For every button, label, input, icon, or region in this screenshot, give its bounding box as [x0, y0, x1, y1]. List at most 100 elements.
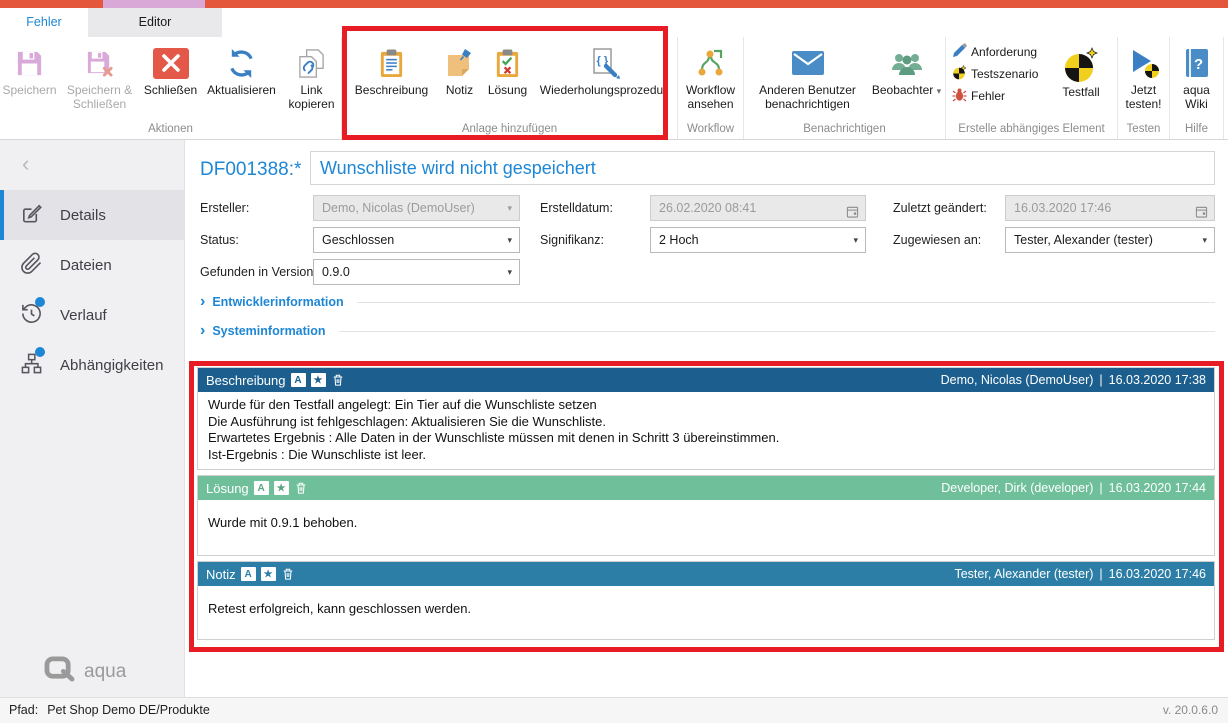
- ribbon-group-workflow: Workflow ansehen Workflow: [678, 37, 744, 139]
- block-date: 16.03.2020 17:44: [1109, 481, 1206, 495]
- solution-block: Lösung A ★ Developer, Dirk (developer) |…: [197, 475, 1215, 556]
- section-systeminformation[interactable]: › Systeminformation: [200, 323, 1215, 339]
- create-testscenario-button[interactable]: Testszenario: [952, 65, 1050, 83]
- font-format-icon[interactable]: A: [241, 567, 256, 581]
- status-label: Status:: [200, 227, 239, 253]
- font-format-icon[interactable]: A: [291, 373, 306, 387]
- workflow-graph-icon: [695, 43, 727, 83]
- group-label-anlage: Anlage hinzufügen: [342, 121, 677, 139]
- run-test-button[interactable]: Jetzt testen!: [1120, 41, 1168, 111]
- section-entwicklerinformation[interactable]: › Entwicklerinformation: [200, 294, 1215, 310]
- code-document-pencil-icon: { }: [588, 43, 620, 83]
- main-content: DF001388:* Ersteller: Demo, Nicolas (Dem…: [185, 140, 1228, 697]
- sidebar-item-abhaengigkeiten[interactable]: Abhängigkeiten: [0, 340, 184, 390]
- close-icon: [153, 43, 189, 83]
- save-button: Speichern: [2, 41, 58, 97]
- tab-editor[interactable]: Editor: [88, 8, 222, 37]
- translate-icon[interactable]: ★: [311, 373, 326, 387]
- add-description-button[interactable]: Beschreibung: [346, 41, 438, 97]
- status-dropdown[interactable]: Geschlossen ▾: [313, 227, 520, 253]
- refresh-icon: [226, 43, 257, 83]
- note-block-body: Retest erfolgreich, kann geschlossen wer…: [198, 586, 1214, 639]
- top-color-strip: [0, 0, 1228, 8]
- add-note-button[interactable]: Notiz: [438, 41, 482, 97]
- erstelldatum-label: Erstelldatum:: [540, 195, 613, 221]
- zugewiesen-an-dropdown[interactable]: Tester, Alexander (tester) ▾: [1005, 227, 1215, 253]
- chevron-right-icon: ›: [200, 294, 205, 310]
- path-display: Pfad:Pet Shop Demo DE/Produkte: [9, 698, 210, 723]
- attachment-blocks: Beschreibung A ★ Demo, Nicolas (DemoUser…: [197, 367, 1215, 645]
- separator: |: [1099, 481, 1102, 495]
- solution-block-body: Wurde mit 0.9.1 behoben.: [198, 500, 1214, 555]
- view-workflow-button[interactable]: Workflow ansehen: [680, 41, 742, 111]
- add-solution-button[interactable]: Lösung: [482, 41, 534, 97]
- section-divider: [339, 331, 1215, 332]
- notify-user-button[interactable]: Anderen Benutzer benachrichtigen: [746, 41, 870, 111]
- note-block-header: Notiz A ★ Tester, Alexander (tester) | 1…: [198, 562, 1214, 586]
- group-label-abhaengiges-element: Erstelle abhängiges Element: [946, 121, 1117, 139]
- translate-icon[interactable]: ★: [274, 481, 289, 495]
- sidebar-collapse-chevron[interactable]: ‹: [22, 154, 29, 174]
- add-repro-procedure-button[interactable]: { } Wiederholungsprozedur: [534, 41, 674, 97]
- ribbon-group-hilfe: ? aqua Wiki Hilfe: [1170, 37, 1224, 139]
- title-input[interactable]: [310, 151, 1215, 185]
- observers-people-icon: [890, 43, 924, 83]
- test-scenario-checkered-icon: [952, 65, 967, 83]
- aqua-logo-icon: [44, 656, 75, 688]
- calendar-icon: [1195, 202, 1208, 221]
- block-date: 16.03.2020 17:38: [1109, 373, 1206, 387]
- sidebar-item-details[interactable]: Details: [0, 190, 184, 240]
- top-strip-pink-segment: [103, 0, 205, 8]
- clipboard-icon: [377, 43, 406, 83]
- font-format-icon[interactable]: A: [254, 481, 269, 495]
- testcase-checkered-icon: [1062, 45, 1100, 85]
- create-defect-button[interactable]: Fehler: [952, 87, 1050, 105]
- description-block: Beschreibung A ★ Demo, Nicolas (DemoUser…: [197, 367, 1215, 470]
- observers-button[interactable]: Beobachter ▾: [870, 41, 944, 97]
- signifikanz-label: Signifikanz:: [540, 227, 604, 253]
- ribbon-group-aktionen: Speichern Speichern & Schließen Schließe…: [0, 37, 342, 139]
- floppy-disk-icon: [15, 43, 44, 83]
- requirement-pencil-icon: [952, 43, 967, 61]
- chevron-right-icon: ›: [200, 323, 205, 339]
- ribbon-group-anlage: Beschreibung Notiz Lösung { }: [342, 37, 678, 139]
- trash-icon[interactable]: [295, 481, 307, 495]
- copy-link-button[interactable]: Link kopieren: [284, 41, 340, 111]
- play-test-icon: [1127, 43, 1161, 83]
- description-block-body: Wurde für den Testfall angelegt: Ein Tie…: [198, 392, 1214, 469]
- sidebar-item-dateien[interactable]: Dateien: [0, 240, 184, 290]
- wiki-book-icon: ?: [1184, 43, 1210, 83]
- create-testcase-button[interactable]: Testfall: [1050, 43, 1112, 121]
- translate-icon[interactable]: ★: [261, 567, 276, 581]
- create-requirement-button[interactable]: Anforderung: [952, 43, 1050, 61]
- gefunden-in-version-dropdown[interactable]: 0.9.0 ▾: [313, 259, 520, 285]
- group-label-benachrichtigen: Benachrichtigen: [744, 121, 945, 139]
- solution-block-header: Lösung A ★ Developer, Dirk (developer) |…: [198, 476, 1214, 500]
- trash-icon[interactable]: [282, 567, 294, 581]
- trash-icon[interactable]: [332, 373, 344, 387]
- clipboard-check-icon: [493, 43, 522, 83]
- tab-fehler[interactable]: Fehler: [0, 8, 88, 37]
- refresh-button[interactable]: Aktualisieren: [200, 41, 284, 97]
- separator: |: [1099, 373, 1102, 387]
- paperclip-icon: [20, 252, 43, 279]
- ersteller-dropdown: Demo, Nicolas (DemoUser) ▾: [313, 195, 520, 221]
- block-author: Demo, Nicolas (DemoUser): [941, 373, 1094, 387]
- close-button[interactable]: Schließen: [142, 41, 200, 97]
- wiki-button[interactable]: ? aqua Wiki: [1172, 41, 1222, 111]
- group-label-aktionen: Aktionen: [0, 121, 341, 139]
- chevron-down-icon: ▾: [507, 196, 512, 221]
- ribbon-tab-bar: Fehler Editor: [0, 8, 1228, 37]
- zugewiesen-an-label: Zugewiesen an:: [893, 227, 981, 253]
- floppy-disk-close-icon: [85, 43, 114, 83]
- sidebar-item-verlauf[interactable]: Verlauf: [0, 290, 184, 340]
- svg-text:?: ?: [1194, 56, 1203, 73]
- section-divider: [357, 302, 1215, 303]
- group-label-hilfe: Hilfe: [1170, 121, 1223, 139]
- abhaengigkeiten-badge: [35, 347, 45, 357]
- verlauf-badge: [35, 297, 45, 307]
- signifikanz-dropdown[interactable]: 2 Hoch ▾: [650, 227, 866, 253]
- zuletzt-geaendert-label: Zuletzt geändert:: [893, 195, 987, 221]
- link-copy-icon: [297, 43, 326, 83]
- block-author: Tester, Alexander (tester): [954, 567, 1093, 581]
